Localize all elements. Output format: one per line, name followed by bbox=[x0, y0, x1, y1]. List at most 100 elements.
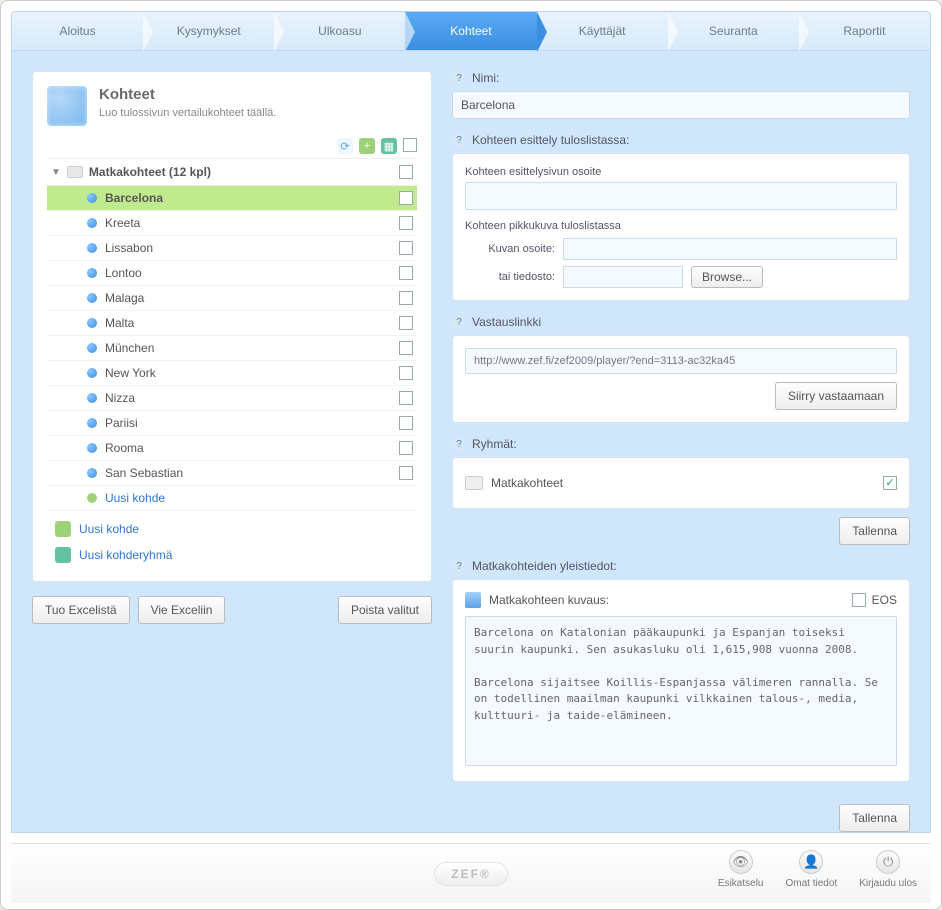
name-input[interactable] bbox=[452, 91, 910, 119]
item-checkbox[interactable] bbox=[399, 191, 413, 205]
item-checkbox[interactable] bbox=[399, 316, 413, 330]
tree-item[interactable]: Barcelona bbox=[47, 186, 417, 211]
item-checkbox[interactable] bbox=[399, 441, 413, 455]
brand-logo: ZEF® bbox=[434, 862, 508, 886]
help-icon[interactable]: ? bbox=[452, 559, 466, 573]
export-excel-button[interactable]: Vie Exceliin bbox=[138, 596, 226, 624]
save-button[interactable]: Tallenna bbox=[839, 517, 910, 545]
panel-subtitle: Luo tulossivun vertailukohteet täällä. bbox=[99, 107, 276, 119]
tree-item-label: New York bbox=[105, 366, 391, 380]
description-textarea[interactable] bbox=[465, 616, 897, 766]
tree-item[interactable]: New York bbox=[47, 361, 417, 386]
eos-checkbox[interactable] bbox=[852, 593, 866, 607]
group-name: Matkakohteet bbox=[491, 476, 563, 490]
tab-aloitus[interactable]: Aloitus bbox=[12, 12, 143, 50]
bullet-icon bbox=[87, 293, 97, 303]
group-checkbox[interactable] bbox=[399, 165, 413, 179]
tab-raportit[interactable]: Raportit bbox=[799, 12, 930, 50]
description-label: Matkakohteen kuvaus: bbox=[489, 593, 609, 607]
add-item-icon[interactable]: + bbox=[359, 138, 375, 154]
targets-panel: Kohteet Luo tulossivun vertailukohteet t… bbox=[32, 71, 432, 582]
help-icon[interactable]: ? bbox=[452, 315, 466, 329]
bullet-icon bbox=[87, 393, 97, 403]
targets-tree: BarcelonaKreeta Lissabon LontooMalagaMalta… bbox=[47, 186, 417, 486]
list-action-buttons: Tuo Excelistä Vie Exceliin Poista valitu… bbox=[32, 596, 432, 624]
bullet-icon bbox=[87, 368, 97, 378]
tree-item[interactable]: Malta bbox=[47, 311, 417, 336]
profile-action[interactable]: 👤 Omat tiedot bbox=[785, 850, 837, 889]
preview-action[interactable]: 👁 Esikatselu bbox=[718, 850, 764, 889]
link-label: Uusi kohderyhmä bbox=[79, 548, 172, 562]
wizard-tabs: AloitusKysymyksetUlkoasuKohteetKäyttäjät… bbox=[11, 11, 931, 51]
tree-item[interactable]: Pariisi bbox=[47, 411, 417, 436]
item-checkbox[interactable] bbox=[399, 291, 413, 305]
tree-item[interactable]: München bbox=[47, 336, 417, 361]
select-all-checkbox[interactable] bbox=[403, 138, 417, 152]
groups-label: Ryhmät: bbox=[472, 437, 517, 451]
group-assign-checkbox[interactable] bbox=[883, 476, 897, 490]
tree-item[interactable]: Rooma bbox=[47, 436, 417, 461]
tree-item-label: München bbox=[105, 341, 391, 355]
delete-selected-button[interactable]: Poista valitut bbox=[338, 596, 432, 624]
item-checkbox[interactable] bbox=[399, 341, 413, 355]
bullet-icon bbox=[87, 218, 97, 228]
file-path-input[interactable] bbox=[563, 266, 683, 288]
item-checkbox[interactable] bbox=[399, 416, 413, 430]
browse-button[interactable]: Browse... bbox=[691, 266, 763, 288]
go-answer-button[interactable]: Siirry vastaamaan bbox=[775, 382, 897, 410]
item-checkbox[interactable] bbox=[399, 366, 413, 380]
item-checkbox[interactable] bbox=[399, 391, 413, 405]
group-icon bbox=[55, 547, 71, 563]
item-checkbox[interactable] bbox=[399, 266, 413, 280]
page-address-input[interactable] bbox=[465, 182, 897, 210]
tree-item[interactable]: Malaga bbox=[47, 286, 417, 311]
or-file-label: tai tiedosto: bbox=[465, 271, 555, 283]
right-column: ? Nimi: ? Kohteen esittely tuloslistassa… bbox=[452, 71, 910, 812]
bullet-icon bbox=[87, 418, 97, 428]
name-block: ? Nimi: bbox=[452, 71, 910, 119]
link-new-group[interactable]: Uusi kohderyhmä bbox=[47, 547, 417, 563]
logout-action[interactable]: ⏻ Kirjaudu ulos bbox=[859, 850, 917, 889]
tree-header[interactable]: ▼ Matkakohteet (12 kpl) bbox=[47, 158, 417, 186]
import-excel-button[interactable]: Tuo Excelistä bbox=[32, 596, 130, 624]
bullet-icon bbox=[87, 443, 97, 453]
footer: ZEF® 👁 Esikatselu 👤 Omat tiedot ⏻ Kirjau… bbox=[11, 843, 931, 903]
link-new-target[interactable]: Uusi kohde bbox=[47, 521, 417, 537]
tree-item-label: Lissabon bbox=[105, 241, 391, 255]
bullet-icon bbox=[87, 318, 97, 328]
thumbnail-label: Kohteen pikkukuva tuloslistassa bbox=[465, 220, 897, 232]
tab-kysymykset[interactable]: Kysymykset bbox=[143, 12, 274, 50]
save-button[interactable]: Tallenna bbox=[839, 804, 910, 832]
help-icon[interactable]: ? bbox=[452, 71, 466, 85]
tree-item[interactable]: San Sebastian bbox=[47, 461, 417, 486]
logout-label: Kirjaudu ulos bbox=[859, 878, 917, 889]
image-url-input[interactable] bbox=[563, 238, 897, 260]
name-label: Nimi: bbox=[472, 71, 499, 85]
tab-käyttäjät[interactable]: Käyttäjät bbox=[537, 12, 668, 50]
overview-block: ? Matkakohteiden yleistiedot: Matkakohte… bbox=[452, 559, 910, 782]
add-group-icon[interactable]: ▦ bbox=[381, 138, 397, 154]
item-checkbox[interactable] bbox=[399, 216, 413, 230]
tree-item[interactable]: Lissabon bbox=[47, 236, 417, 261]
bullet-icon bbox=[87, 193, 97, 203]
tree-item[interactable]: Lontoo bbox=[47, 261, 417, 286]
targets-icon bbox=[47, 86, 87, 126]
tab-ulkoasu[interactable]: Ulkoasu bbox=[274, 12, 405, 50]
tab-kohteet[interactable]: Kohteet bbox=[405, 12, 536, 50]
overview-label: Matkakohteiden yleistiedot: bbox=[472, 559, 617, 573]
tree-item-label: Nizza bbox=[105, 391, 391, 405]
tree-item[interactable]: Nizza bbox=[47, 386, 417, 411]
collapse-icon[interactable]: ▼ bbox=[51, 167, 61, 178]
tab-seuranta[interactable]: Seuranta bbox=[668, 12, 799, 50]
bullet-icon bbox=[87, 468, 97, 478]
tree-item[interactable]: Kreeta bbox=[47, 211, 417, 236]
add-new-target-row[interactable]: Uusi kohde bbox=[47, 486, 417, 511]
answer-url-field[interactable] bbox=[465, 348, 897, 374]
item-checkbox[interactable] bbox=[399, 466, 413, 480]
tree-header-label: Matkakohteet (12 kpl) bbox=[89, 165, 211, 179]
refresh-icon[interactable]: ⟳ bbox=[337, 138, 353, 154]
help-icon[interactable]: ? bbox=[452, 133, 466, 147]
tree-item-label: Pariisi bbox=[105, 416, 391, 430]
help-icon[interactable]: ? bbox=[452, 437, 466, 451]
item-checkbox[interactable] bbox=[399, 241, 413, 255]
